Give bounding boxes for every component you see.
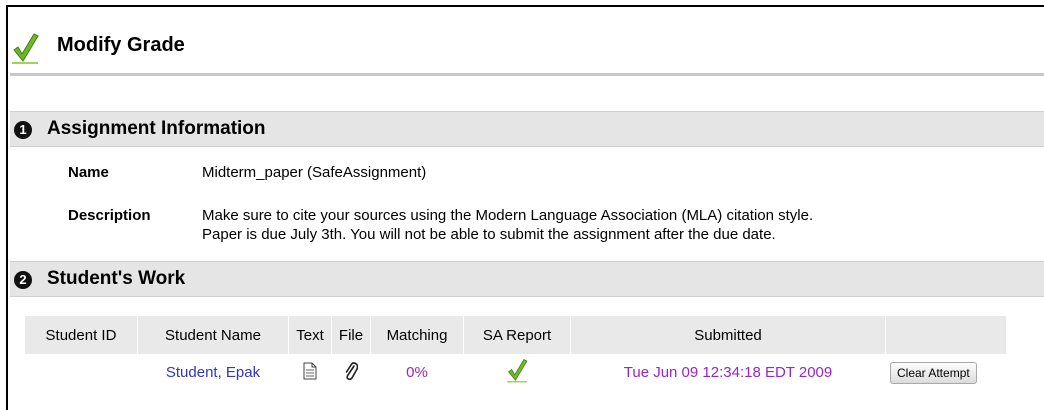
student-id-cell [25, 354, 138, 391]
table-row: Student, Epak 0% Tue Jun 09 12:34:18 EDT… [25, 354, 1007, 391]
name-value: Midterm_paper (SafeAssignment) [202, 164, 427, 181]
section-assignment-information: 1 Assignment Information [10, 111, 1044, 147]
description-line-2: Paper is due July 3th. You will not be a… [202, 226, 776, 243]
column-header-matching[interactable]: Matching [370, 316, 464, 354]
header-divider [10, 73, 1044, 76]
paperclip-icon[interactable] [344, 361, 359, 385]
description-label: Description [68, 207, 151, 224]
column-header-file[interactable]: File [331, 316, 371, 354]
page-title: Modify Grade [57, 34, 185, 56]
student-name-link[interactable]: Student, Epak [166, 364, 260, 381]
submitted-timestamp: Tue Jun 09 12:34:18 EDT 2009 [623, 364, 833, 381]
student-work-table: Student ID Student Name Text File Matchi… [25, 316, 1007, 391]
section-title: Student's Work [47, 268, 186, 289]
matching-percentage: 0% [406, 364, 428, 381]
section-number-badge: 2 [14, 271, 32, 289]
column-header-student-id[interactable]: Student ID [25, 316, 138, 354]
sa-report-checkmark-icon[interactable] [505, 358, 529, 388]
clear-attempt-button[interactable]: Clear Attempt [890, 361, 977, 384]
document-icon[interactable] [303, 362, 317, 384]
column-header-sa-report[interactable]: SA Report [463, 316, 571, 354]
page-header: Modify Grade [10, 28, 1044, 68]
column-header-student-name[interactable]: Student Name [137, 316, 289, 354]
column-header-actions [885, 316, 1007, 354]
name-label: Name [68, 164, 109, 181]
section-title: Assignment Information [47, 118, 266, 139]
table-header-row: Student ID Student Name Text File Matchi… [25, 316, 1007, 354]
section-number-badge: 1 [14, 121, 32, 139]
column-header-text[interactable]: Text [288, 316, 332, 354]
description-line-1: Make sure to cite your sources using the… [202, 207, 814, 224]
checkmark-icon [12, 33, 39, 64]
column-header-submitted[interactable]: Submitted [570, 316, 886, 354]
section-students-work: 2 Student's Work [10, 261, 1044, 297]
